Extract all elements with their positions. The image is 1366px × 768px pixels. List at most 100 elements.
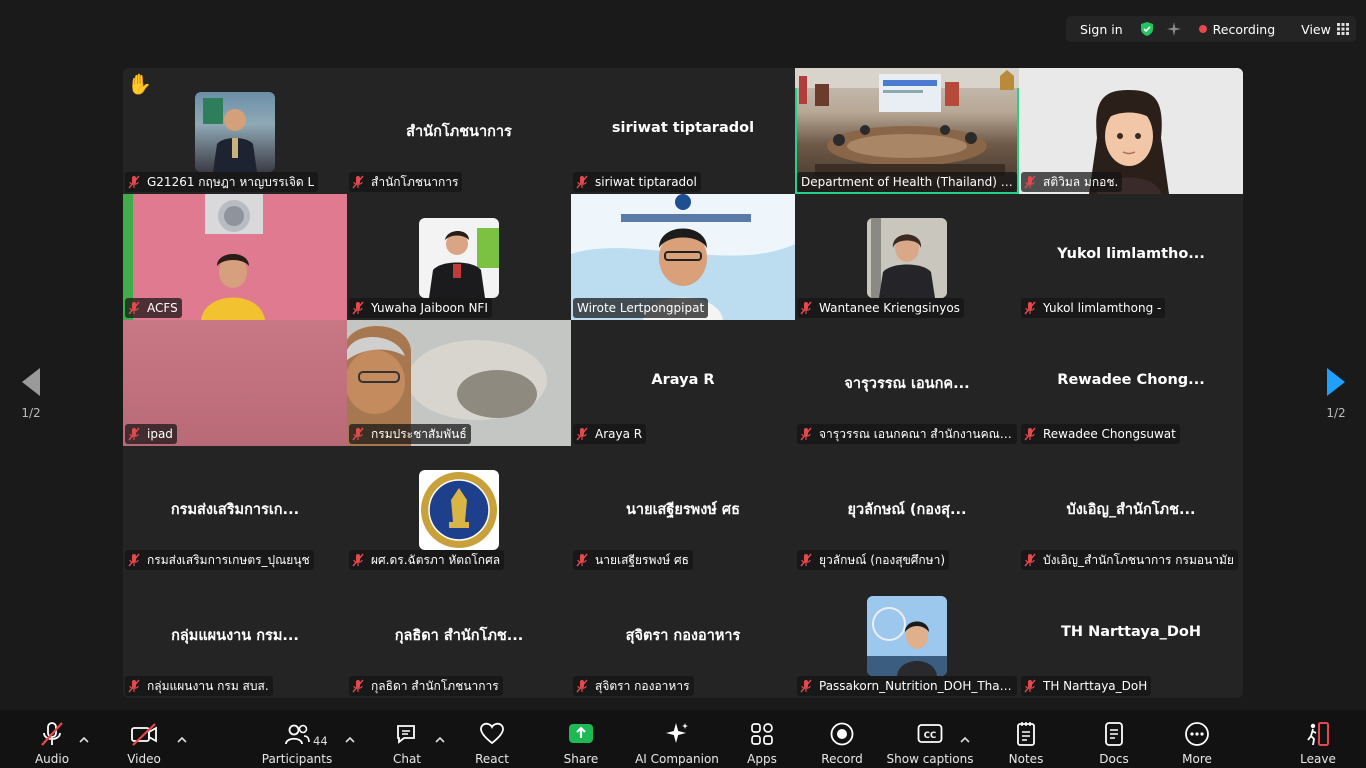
recording-indicator[interactable]: Recording — [1198, 21, 1276, 37]
docs-icon — [1100, 720, 1128, 748]
muted-mic-icon — [1024, 427, 1036, 441]
participant-tile[interactable]: กลุ่มแผนงาน กรม... กลุ่มแผนงาน กรม สบส. — [123, 572, 347, 698]
audio-button[interactable]: Audio — [34, 710, 70, 768]
muted-mic-icon — [1024, 175, 1036, 189]
closed-captions-icon: CC — [916, 720, 944, 748]
participant-tile[interactable]: TH Narttaya_DoH TH Narttaya_DoH — [1019, 572, 1243, 698]
chat-button[interactable]: Chat — [391, 710, 423, 768]
participant-tile[interactable]: สำนักโภชนาการ สำนักโภชนาการ — [347, 68, 571, 194]
recording-dot-icon — [1198, 25, 1207, 33]
participant-name-label: Araya R — [573, 424, 647, 444]
more-label: More — [1182, 752, 1212, 766]
participant-name-label: ipad — [125, 424, 177, 444]
more-options-icon — [1183, 720, 1211, 748]
participant-tile[interactable]: บังเอิญ_สำนักโภช... บังเอิญ_สำนักโภชนากา… — [1019, 446, 1243, 572]
record-icon — [828, 720, 856, 748]
participant-display-name: กุลธิดา สำนักโภช... — [394, 628, 524, 644]
video-button[interactable]: Video — [124, 710, 164, 768]
participant-tile[interactable]: ✋ G21261 กฤษฎา หาญบรรเจิด L — [123, 68, 347, 194]
participant-tile[interactable]: Araya R Araya R — [571, 320, 795, 446]
more-button[interactable]: More — [1180, 710, 1214, 768]
participant-tile[interactable]: Wantanee Kriengsinyos — [795, 194, 1019, 320]
share-button[interactable]: Share — [562, 710, 600, 768]
participant-display-name: กรมส่งเสริมการเก... — [170, 502, 300, 518]
participant-tile[interactable]: กุลธิดา สำนักโภช... กุลธิดา สำนักโภชนากา… — [347, 572, 571, 698]
notes-button[interactable]: Notes — [1006, 710, 1046, 768]
muted-mic-icon — [352, 679, 364, 693]
chat-icon — [393, 720, 421, 748]
participant-display-name: Rewadee Chong... — [1057, 372, 1205, 388]
muted-mic-icon — [352, 301, 364, 315]
participant-tile[interactable]: ACFS — [123, 194, 347, 320]
sign-in-link[interactable]: Sign in — [1080, 22, 1123, 37]
muted-mic-icon — [576, 553, 588, 567]
participant-name-label: ผศ.ดร.ฉัตรภา หัตถโกศล — [349, 550, 505, 570]
apps-icon — [748, 720, 776, 748]
recording-label: Recording — [1212, 21, 1276, 37]
participant-tile[interactable]: กรมส่งเสริมการเก... กรมส่งเสริมการเกษตร_… — [123, 446, 347, 572]
muted-mic-icon — [800, 679, 812, 693]
participant-tile[interactable]: Rewadee Chong... Rewadee Chongsuwat — [1019, 320, 1243, 446]
video-options-caret-icon[interactable] — [177, 736, 187, 744]
participant-tile[interactable]: กรมประชาสัมพันธ์ — [347, 320, 571, 446]
active-speaker-tile[interactable]: Department of Health (Thailand) ID04 — [795, 68, 1019, 194]
participants-options-caret-icon[interactable] — [345, 736, 355, 744]
muted-microphone-icon — [38, 720, 66, 748]
profile-photo — [867, 218, 947, 298]
notes-icon — [1012, 720, 1040, 748]
profile-photo — [195, 92, 275, 172]
notes-label: Notes — [1008, 752, 1044, 766]
participant-tile[interactable]: siriwat tiptaradol siriwat tiptaradol — [571, 68, 795, 194]
leave-button[interactable]: Leave — [1300, 710, 1336, 768]
participant-tile[interactable]: นายเสฐียรพงษ์ ศธ นายเสฐียรพงษ์ ศธ — [571, 446, 795, 572]
participants-icon — [283, 720, 311, 748]
university-seal-logo — [419, 470, 499, 550]
previous-page-button[interactable]: 1/2 — [16, 368, 46, 420]
participant-display-name: บังเอิญ_สำนักโภช... — [1066, 502, 1196, 518]
participant-name-label: Yukol limlamthong - — [1021, 298, 1166, 318]
participant-name-label: TH Narttaya_DoH — [1021, 676, 1152, 696]
participant-tile[interactable]: จารุวรรณ เอนกค... จารุวรรณ เอนกคณา สำนัก… — [795, 320, 1019, 446]
encryption-shield-icon[interactable] — [1139, 21, 1155, 37]
participant-tile[interactable]: ยุวลักษณ์ (กองสุ... ยุวลักษณ์ (กองสุขศึก… — [795, 446, 1019, 572]
participant-name-label: กรมประชาสัมพันธ์ — [349, 424, 471, 444]
apps-label: Apps — [747, 752, 777, 766]
muted-mic-icon — [576, 427, 588, 441]
share-screen-icon — [567, 720, 595, 748]
ai-companion-button[interactable]: AI Companion — [635, 710, 719, 768]
audio-options-caret-icon[interactable] — [79, 736, 89, 744]
muted-mic-icon — [1024, 301, 1036, 315]
view-label: View — [1301, 21, 1331, 37]
participant-tile[interactable]: Yukol limlamtho... Yukol limlamthong - — [1019, 194, 1243, 320]
video-label: Video — [127, 752, 161, 766]
participant-name-label: กลุ่มแผนงาน กรม สบส. — [125, 676, 273, 696]
participant-tile[interactable]: ผศ.ดร.ฉัตรภา หัตถโกศล — [347, 446, 571, 572]
muted-mic-icon — [128, 553, 140, 567]
grid-view-icon — [1336, 23, 1349, 35]
ai-sparkle-icon[interactable] — [1166, 22, 1181, 36]
record-button[interactable]: Record — [821, 710, 863, 768]
next-page-button[interactable]: 1/2 — [1321, 368, 1351, 420]
leave-meeting-icon — [1304, 720, 1332, 748]
participant-name-label: Wantanee Kriengsinyos — [797, 298, 964, 318]
muted-mic-icon — [352, 427, 364, 441]
participant-tile[interactable]: ipad — [123, 320, 347, 446]
participant-tile[interactable]: Passakorn_Nutrition_DOH_Thaila... — [795, 572, 1019, 698]
participant-tile[interactable]: สติวิมล มกอช. — [1019, 68, 1243, 194]
muted-mic-icon — [128, 427, 140, 441]
participant-tile[interactable]: Wirote Lertpongpipat — [571, 194, 795, 320]
chat-options-caret-icon[interactable] — [435, 736, 445, 744]
top-status-bar: Sign in Recording View — [1066, 16, 1356, 42]
docs-button[interactable]: Docs — [1096, 710, 1132, 768]
ai-companion-label: AI Companion — [635, 752, 719, 766]
profile-photo — [867, 596, 947, 676]
participant-tile[interactable]: Yuwaha Jaiboon NFI — [347, 194, 571, 320]
share-label: Share — [563, 752, 599, 766]
view-button[interactable]: View — [1301, 22, 1349, 37]
participant-tile[interactable]: สุจิตรา กองอาหาร สุจิตรา กองอาหาร — [571, 572, 795, 698]
profile-photo — [419, 218, 499, 298]
captions-options-caret-icon[interactable] — [960, 736, 970, 744]
react-button[interactable]: React — [475, 710, 509, 768]
apps-button[interactable]: Apps — [746, 710, 778, 768]
participant-name-label: Department of Health (Thailand) ID04 — [797, 172, 1017, 192]
